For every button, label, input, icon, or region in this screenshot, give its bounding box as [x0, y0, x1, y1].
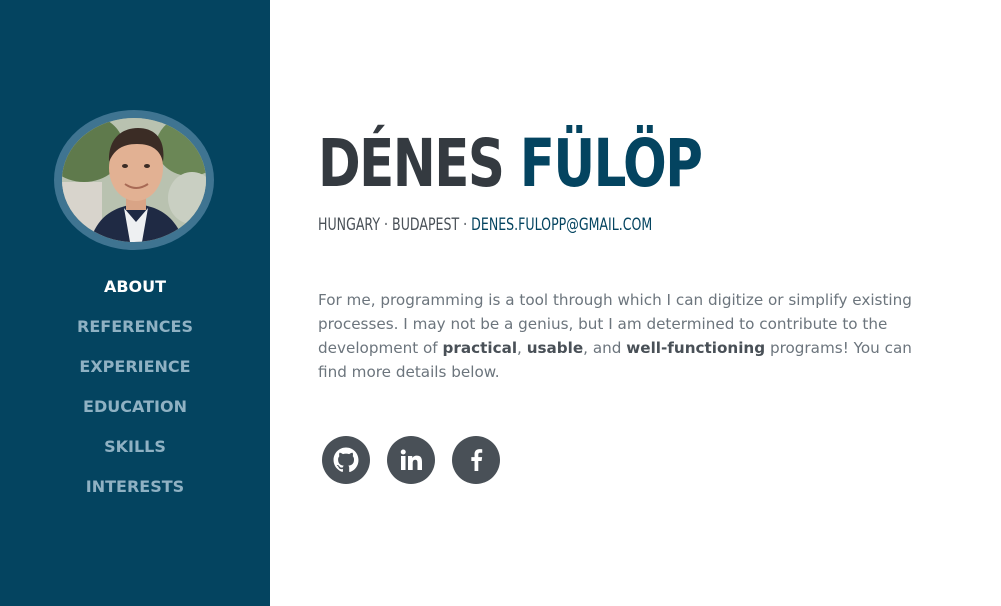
last-name: FÜLÖP — [519, 125, 703, 202]
sidebar: ABOUT REFERENCES EXPERIENCE EDUCATION SK… — [0, 0, 270, 606]
nav-item-education[interactable]: EDUCATION — [0, 390, 270, 430]
lead-text: , — [517, 339, 527, 357]
github-button[interactable] — [322, 436, 370, 484]
avatar — [54, 110, 214, 250]
facebook-icon — [471, 449, 483, 471]
linkedin-icon — [400, 449, 422, 470]
city: BUDAPEST — [392, 215, 460, 235]
lead-text: , and — [583, 339, 627, 357]
first-name: DÉNES — [318, 125, 505, 202]
intro-paragraph: For me, programming is a tool through wh… — [318, 288, 928, 384]
lead-emphasis: practical — [442, 339, 518, 357]
nav-item-about[interactable]: ABOUT — [0, 270, 270, 310]
social-icons — [322, 436, 517, 484]
country: HUNGARY — [318, 215, 381, 235]
sidebar-nav: ABOUT REFERENCES EXPERIENCE EDUCATION SK… — [0, 270, 270, 510]
nav-item-experience[interactable]: EXPERIENCE — [0, 350, 270, 390]
lead-emphasis: usable — [526, 339, 584, 357]
separator: · — [384, 215, 389, 235]
avatar-photo — [62, 118, 206, 242]
contact-line: HUNGARY · BUDAPEST · DENES.FULOPP@GMAIL.… — [318, 212, 652, 238]
github-icon — [333, 447, 359, 472]
separator: · — [463, 215, 468, 235]
nav-item-interests[interactable]: INTERESTS — [0, 470, 270, 510]
lead-emphasis: well-functioning — [626, 339, 766, 357]
facebook-button[interactable] — [452, 436, 500, 484]
nav-item-skills[interactable]: SKILLS — [0, 430, 270, 470]
linkedin-button[interactable] — [387, 436, 435, 484]
page-title: DÉNES FÜLÖP — [318, 116, 703, 212]
email-link[interactable]: DENES.FULOPP@GMAIL.COM — [471, 215, 652, 235]
nav-item-references[interactable]: REFERENCES — [0, 310, 270, 350]
